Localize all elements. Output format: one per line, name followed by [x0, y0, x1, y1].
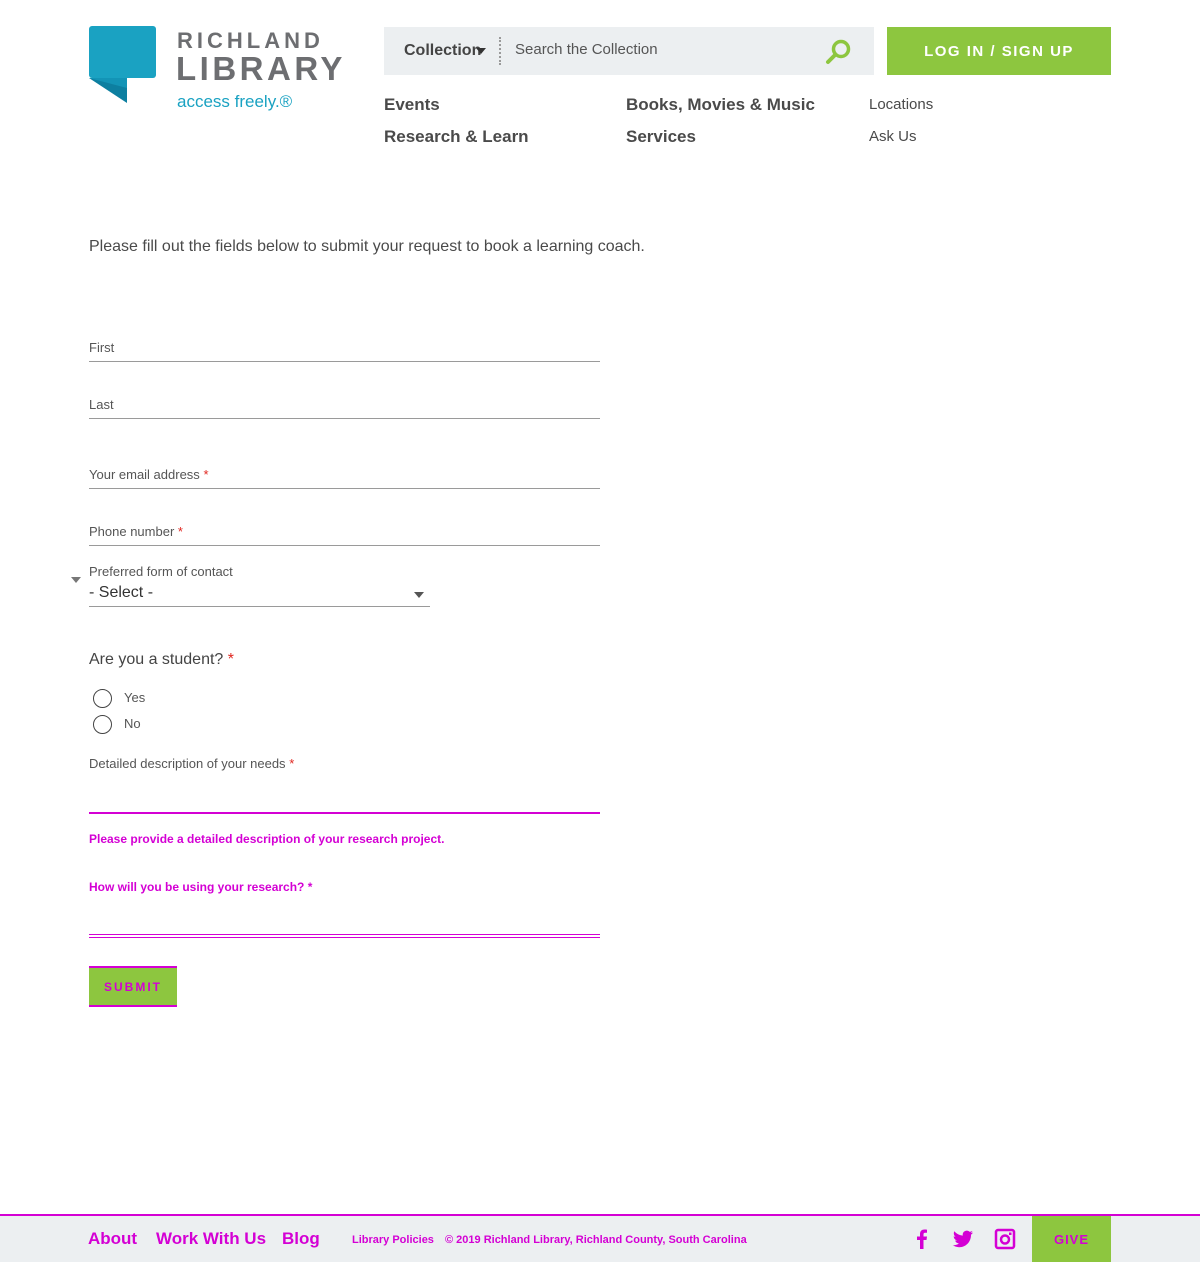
facebook-icon[interactable]: [910, 1227, 934, 1251]
description-label: Detailed description of your needs *: [89, 756, 295, 771]
last-name-label: Last: [89, 397, 114, 412]
footer-link-library-policies[interactable]: Library Policies: [352, 1234, 434, 1246]
email-label: Your email address *: [89, 467, 209, 482]
last-name-field[interactable]: Last: [89, 391, 600, 419]
footer-link-about[interactable]: About: [88, 1229, 137, 1249]
logo-tagline: access freely.®: [177, 92, 293, 111]
contact-preference-dropdown[interactable]: - Select -: [89, 584, 430, 607]
search-input[interactable]: [515, 41, 815, 58]
required-mark: *: [289, 756, 295, 771]
submit-button[interactable]: SUBMIT: [89, 966, 177, 1007]
logo-text-library: LIBRARY: [176, 50, 346, 87]
form-intro: Please fill out the fields below to subm…: [89, 238, 645, 255]
first-name-field[interactable]: First: [89, 334, 600, 362]
radio-button[interactable]: [93, 689, 112, 708]
twitter-icon[interactable]: [951, 1227, 975, 1251]
nav-locations[interactable]: Locations: [869, 96, 933, 113]
nav-research-learn[interactable]: Research & Learn: [384, 127, 529, 147]
footer-link-blog[interactable]: Blog: [282, 1229, 320, 1249]
instagram-icon[interactable]: [993, 1227, 1017, 1251]
nav-events[interactable]: Events: [384, 95, 440, 115]
nav-services[interactable]: Services: [626, 127, 696, 147]
chevron-down-icon[interactable]: [476, 48, 486, 54]
footer: About Work With Us Blog Library Policies…: [0, 1214, 1200, 1262]
email-field[interactable]: Your email address *: [89, 461, 600, 489]
chevron-down-icon: [414, 592, 424, 598]
caret-down-icon: [71, 577, 81, 583]
phone-label: Phone number *: [89, 524, 183, 539]
research-use-textarea[interactable]: [89, 903, 600, 938]
contact-preference-select[interactable]: Preferred form of contact - Select -: [89, 562, 430, 608]
required-mark: *: [203, 467, 209, 482]
logo[interactable]: RICHLAND LIBRARY access freely.®: [89, 26, 349, 116]
student-question: Are you a student? *: [89, 651, 234, 668]
phone-field[interactable]: Phone number *: [89, 518, 600, 546]
search-bar: Collection: [384, 27, 874, 75]
search-icon[interactable]: [824, 37, 854, 67]
search-scope-select[interactable]: Collection: [404, 42, 481, 60]
first-name-label: First: [89, 340, 115, 355]
footer-link-work-with-us[interactable]: Work With Us: [156, 1229, 266, 1249]
contact-preference-value: - Select -: [89, 584, 154, 601]
research-use-label: How will you be using your research? *: [89, 880, 313, 894]
required-mark: *: [177, 524, 183, 539]
login-signup-button[interactable]: LOG IN / SIGN UP: [887, 27, 1111, 75]
search-divider: [499, 37, 501, 65]
nav-books-movies-music[interactable]: Books, Movies & Music: [626, 95, 815, 115]
radio-button[interactable]: [93, 715, 112, 734]
radio-label-yes: Yes: [124, 690, 146, 705]
radio-label-no: No: [124, 716, 141, 731]
footer-copyright: © 2019 Richland Library, Richland County…: [445, 1234, 747, 1246]
description-textarea[interactable]: [89, 780, 600, 814]
logo-mark-icon: [89, 26, 156, 103]
contact-preference-label: Preferred form of contact: [89, 564, 233, 579]
give-button[interactable]: GIVE: [1032, 1216, 1111, 1262]
nav-ask-us[interactable]: Ask Us: [869, 128, 917, 145]
required-mark: *: [227, 651, 234, 668]
description-help-text: Please provide a detailed description of…: [89, 832, 445, 846]
